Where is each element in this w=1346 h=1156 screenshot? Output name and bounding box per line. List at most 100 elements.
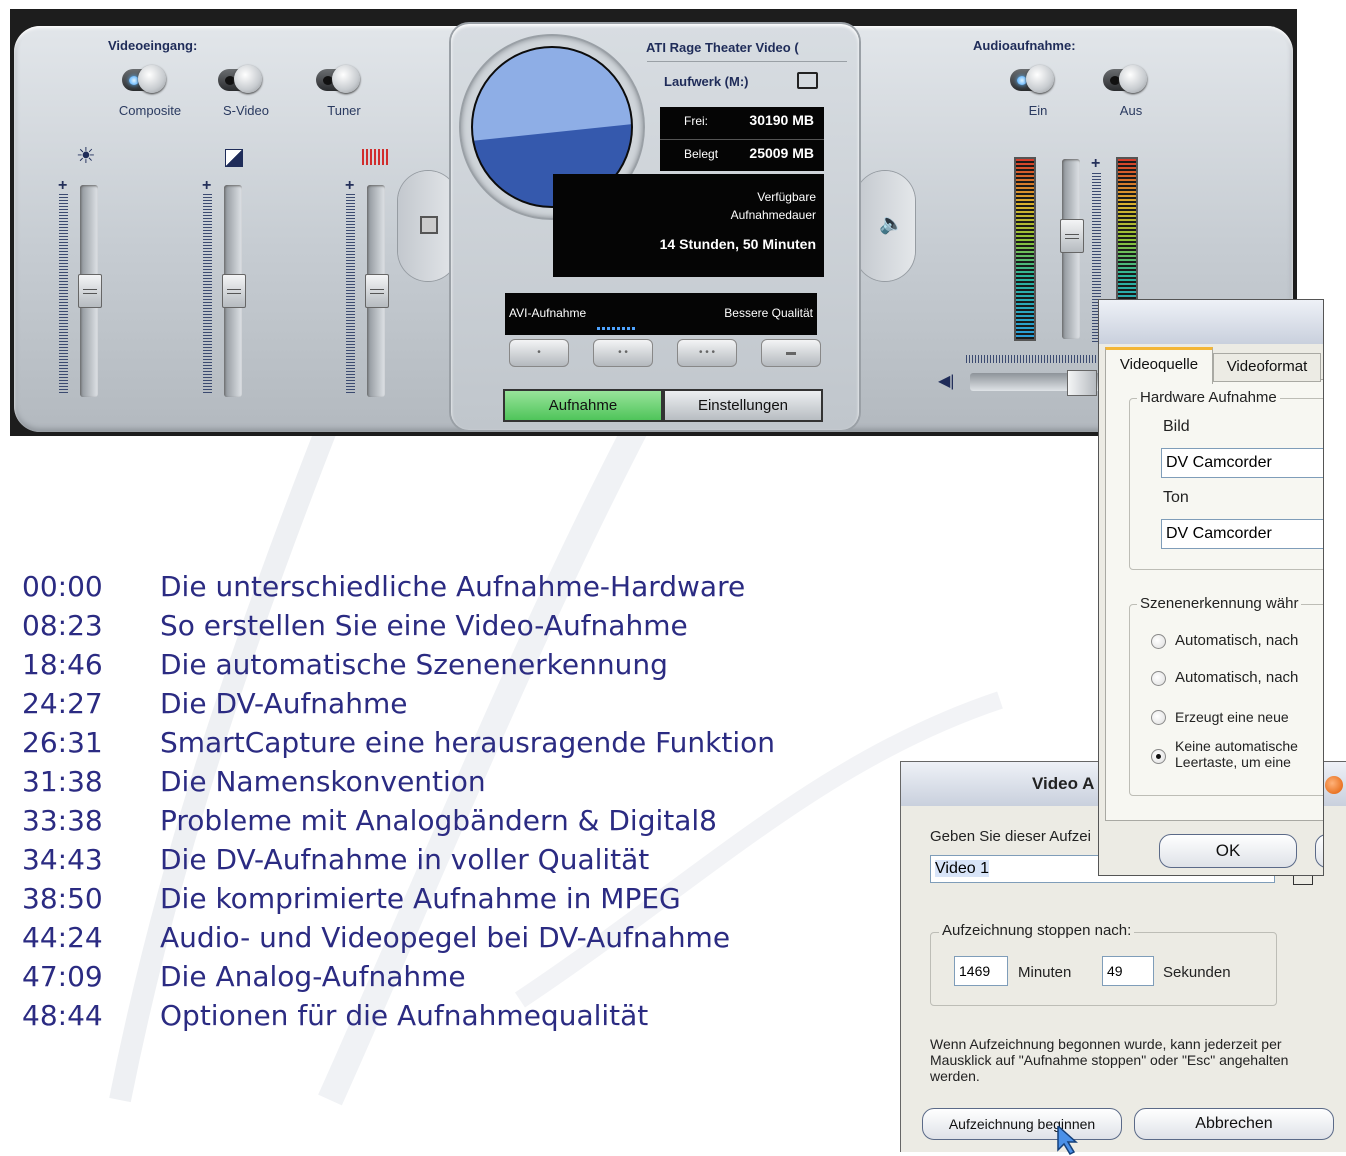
chapter-item[interactable]: 38:50 Die komprimierte Aufnahme in MPEG — [22, 882, 681, 915]
chapter-item[interactable]: 31:38 Die Namenskonvention — [22, 765, 486, 798]
chapter-title: Die Analog-Aufnahme — [160, 960, 466, 993]
svideo-label: S-Video — [222, 103, 269, 118]
svideo-toggle[interactable] — [218, 65, 264, 93]
folder-icon[interactable] — [797, 72, 818, 89]
cancel-button[interactable]: Abbrechen — [1134, 1108, 1334, 1140]
audio-on-toggle[interactable] — [1010, 65, 1056, 93]
minutes-input[interactable]: 1469 — [954, 956, 1008, 986]
divider — [660, 139, 824, 140]
video-preview-icon[interactable] — [420, 216, 438, 234]
quality-button-4[interactable]: ▬ — [761, 339, 821, 367]
balance-knob[interactable] — [1067, 370, 1097, 396]
tab-video-format[interactable]: Videoformat — [1213, 353, 1321, 382]
sound-source-select[interactable]: DV Camcorder — [1161, 519, 1323, 549]
chapter-item[interactable]: 48:44 Optionen für die Aufnahmequalität — [22, 999, 648, 1032]
chapter-title: Die Namenskonvention — [160, 765, 486, 798]
chapter-item[interactable]: 33:38 Probleme mit Analogbändern & Digita… — [22, 804, 717, 837]
tuner-toggle[interactable] — [316, 65, 362, 93]
scene-radio-1[interactable] — [1151, 634, 1166, 649]
chapter-title: Audio- und Videopegel bei DV-Aufnahme — [160, 921, 731, 954]
contrast-scale — [203, 194, 212, 394]
chapter-time: 33:38 — [22, 804, 103, 837]
quality-right-label: Bessere Qualität — [724, 306, 813, 320]
chapter-title: Die DV-Aufnahme in voller Qualität — [160, 843, 650, 876]
chapter-title: Die unterschiedliche Aufnahme-Hardware — [160, 570, 746, 603]
clip-name-value: Video 1 — [935, 860, 989, 877]
chapter-item[interactable]: 26:31 SmartCapture eine herausragende Fun… — [22, 726, 775, 759]
chapter-item[interactable]: 47:09 Die Analog-Aufnahme — [22, 960, 466, 993]
chapter-item[interactable]: 34:43 Die DV-Aufnahme in voller Qualität — [22, 843, 649, 876]
chapter-title: Optionen für die Aufnahmequalität — [160, 999, 649, 1032]
remaining-time-display: Verfügbare Aufnahmedauer 14 Stunden, 50 … — [553, 174, 824, 277]
saturation-scale — [346, 194, 355, 394]
ok-button[interactable]: OK — [1159, 834, 1297, 868]
hardware-group-title: Hardware Aufnahme — [1137, 389, 1280, 406]
audio-plus: + — [1091, 155, 1101, 172]
composite-toggle[interactable] — [122, 65, 168, 93]
chapter-item[interactable]: 44:24 Audio- und Videopegel bei DV-Aufnah… — [22, 921, 730, 954]
console: ATI Rage Theater Video ( Laufwerk (M:) F… — [451, 24, 859, 430]
scene-radio-4-line2: Leertaste, um eine — [1175, 754, 1291, 770]
start-capture-button[interactable]: Aufzeichnung beginnen — [922, 1108, 1122, 1140]
chapter-title: Die komprimierte Aufnahme in MPEG — [160, 882, 681, 915]
remaining-value: 14 Stunden, 50 Minuten — [659, 236, 816, 252]
chapter-title: Die DV-Aufnahme — [160, 687, 408, 720]
audio-volume-knob[interactable] — [1060, 219, 1084, 253]
audio-level-meter-left — [1014, 157, 1036, 341]
folder-icon[interactable] — [1293, 875, 1313, 885]
chapter-item[interactable]: 00:00 Die unterschiedliche Aufnahme-Hardw… — [22, 570, 745, 603]
quality-button-3[interactable]: • • • — [677, 339, 737, 367]
brightness-slider-knob[interactable] — [78, 274, 102, 308]
chapter-title: Die automatische Szenenerkennung — [160, 648, 668, 681]
used-value: 25009 MB — [749, 145, 814, 161]
audio-off-toggle[interactable] — [1103, 65, 1149, 93]
name-prompt: Geben Sie dieser Aufzei — [930, 828, 1091, 845]
disk-info: Frei: 30190 MB Belegt 25009 MB — [660, 107, 824, 171]
chapter-time: 44:24 — [22, 921, 103, 954]
settings-dialog: Videoquelle Videoformat Hardware Aufnahm… — [1098, 299, 1324, 876]
chapter-time: 48:44 — [22, 999, 103, 1032]
tab-capture[interactable]: Aufnahme — [503, 389, 663, 422]
quality-button-1[interactable]: • — [509, 339, 569, 367]
remaining-label-2: Aufnahmedauer — [730, 208, 816, 222]
scene-radio-4[interactable] — [1151, 749, 1166, 764]
divider — [647, 61, 847, 62]
chapter-item[interactable]: 08:23 So erstellen Sie eine Video-Aufnahm… — [22, 609, 688, 642]
chapter-time: 26:31 — [22, 726, 103, 759]
contrast-plus: + — [202, 177, 212, 194]
chapter-time: 18:46 — [22, 648, 103, 681]
balance-icon: ◀| — [938, 373, 955, 390]
second-button[interactable] — [1315, 834, 1323, 868]
chapter-item[interactable]: 18:46 Die automatische Szenenerkennung — [22, 648, 668, 681]
speaker-icon[interactable]: 🔈 — [879, 211, 904, 236]
seconds-input[interactable]: 49 — [1102, 956, 1154, 986]
image-source-select[interactable]: DV Camcorder — [1161, 448, 1323, 478]
contrast-slider-knob[interactable] — [222, 274, 246, 308]
scene-radio-1-label: Automatisch, nach — [1175, 632, 1299, 649]
scene-radio-3-label: Erzeugt eine neue — [1175, 709, 1289, 725]
seconds-label: Sekunden — [1163, 964, 1231, 981]
saturation-slider-knob[interactable] — [365, 274, 389, 308]
source-label[interactable]: ATI Rage Theater Video ( — [646, 40, 846, 55]
drive-label[interactable]: Laufwerk (M:) — [664, 74, 749, 89]
scene-radio-2[interactable] — [1151, 671, 1166, 686]
tab-settings[interactable]: Einstellungen — [663, 389, 823, 422]
chapter-item[interactable]: 24:27 Die DV-Aufnahme — [22, 687, 407, 720]
chapter-time: 47:09 — [22, 960, 103, 993]
scene-radio-3[interactable] — [1151, 710, 1166, 725]
chapter-time: 38:50 — [22, 882, 103, 915]
tab-video-source[interactable]: Videoquelle — [1105, 347, 1213, 384]
sound-label: Ton — [1163, 489, 1189, 506]
image-label: Bild — [1163, 418, 1190, 435]
mouse-cursor-icon — [1057, 1126, 1078, 1155]
chapter-time: 24:27 — [22, 687, 103, 720]
left-wing — [398, 171, 458, 281]
chapter-time: 00:00 — [22, 570, 103, 603]
quality-button-2[interactable]: • • — [593, 339, 653, 367]
brightness-icon: ☀ — [76, 143, 96, 168]
composite-label: Composite — [118, 103, 182, 118]
close-icon[interactable] — [1325, 776, 1343, 794]
stop-after-title: Aufzeichnung stoppen nach: — [939, 922, 1135, 939]
remaining-label-1: Verfügbare — [757, 190, 816, 204]
scene-detection-title: Szenenerkennung währ — [1137, 595, 1302, 612]
